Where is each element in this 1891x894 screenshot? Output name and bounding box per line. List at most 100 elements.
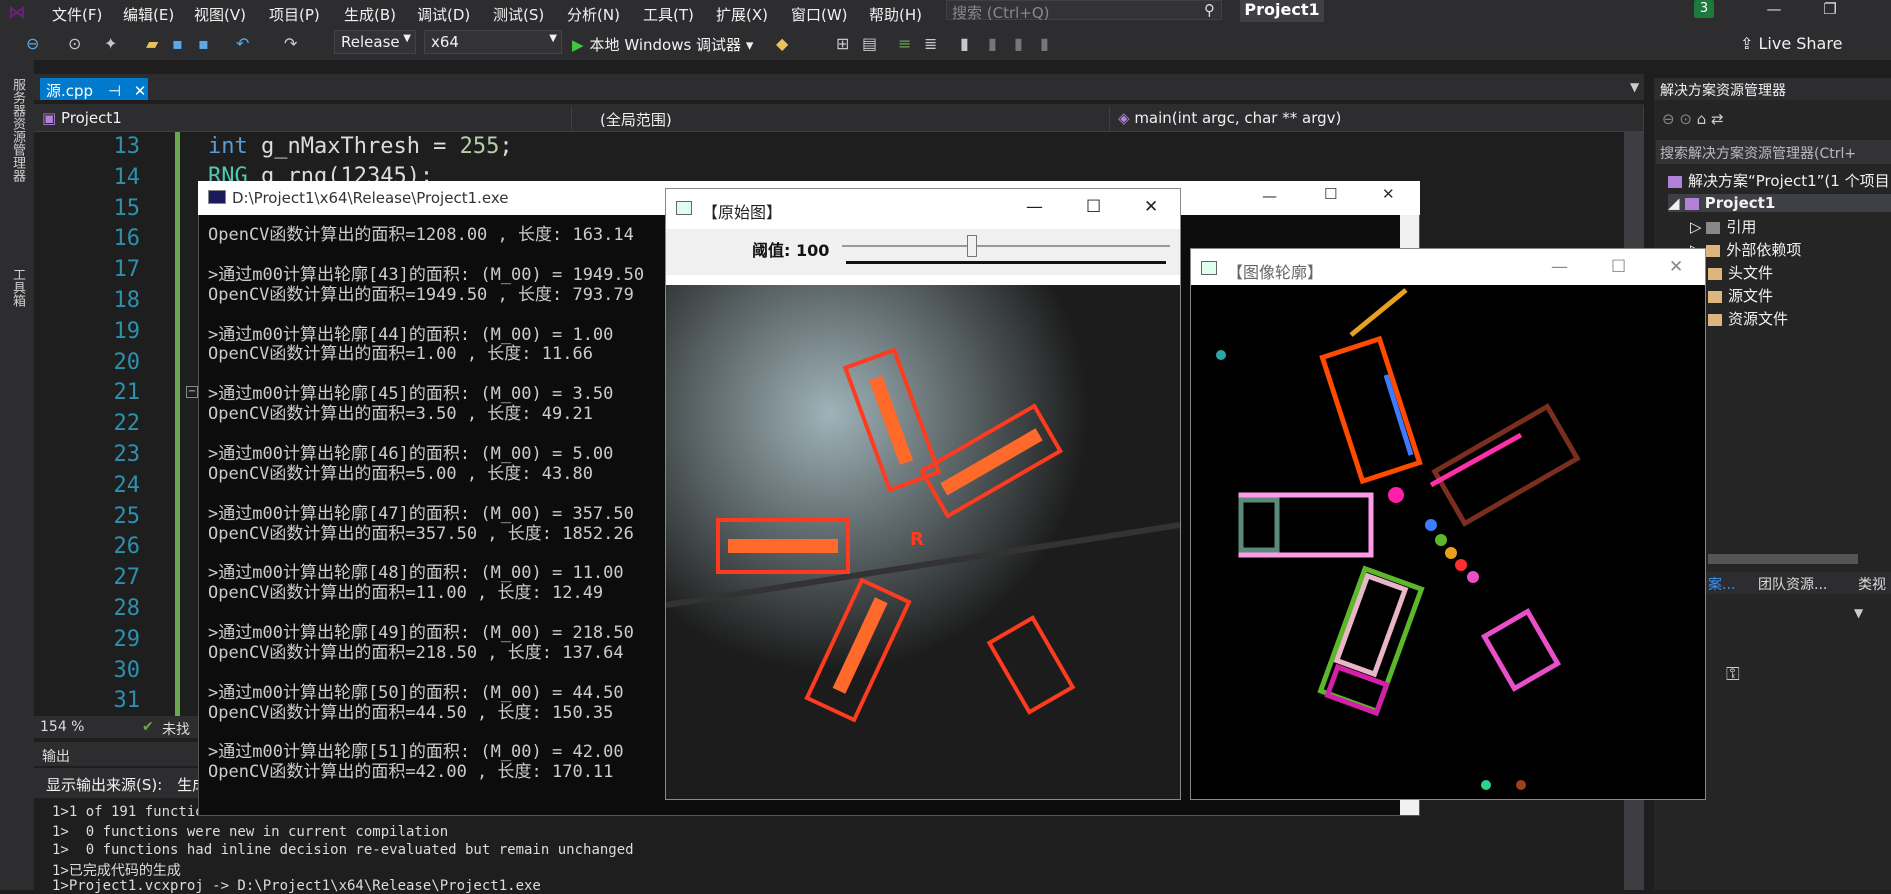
sync-icon[interactable]: ⇄	[1711, 110, 1724, 128]
platform-select[interactable]: x64 ▼	[424, 30, 562, 54]
forward-icon[interactable]: ⊙	[68, 34, 81, 53]
bookmark-icon[interactable]: ▮	[960, 34, 969, 53]
open-folder-icon[interactable]: ▰	[146, 34, 158, 53]
line-number: 31	[113, 688, 141, 714]
tree-item-label: 头文件	[1728, 264, 1774, 282]
zoom-level[interactable]: 154 %	[40, 719, 84, 735]
maximize-icon[interactable]: ☐	[1086, 197, 1101, 217]
tab-team[interactable]: 团队资源...	[1758, 574, 1827, 594]
trackbar-thumb[interactable]	[966, 235, 977, 257]
bookmark-clear-icon[interactable]: ▮	[1040, 34, 1049, 53]
trackbar-area: 阈值: 100	[666, 229, 1180, 275]
close-icon[interactable]: ✕	[134, 82, 147, 100]
toolbox-tab[interactable]: 工具箱	[8, 268, 27, 307]
undo-icon[interactable]: ↶	[236, 34, 249, 53]
solution-node[interactable]: 解决方案“Project1”(1 个项目	[1668, 170, 1890, 191]
home-icon[interactable]: ⌂	[1697, 110, 1707, 128]
tab-solution[interactable]: 案...	[1708, 574, 1735, 594]
project-scope-select[interactable]: ▣ Project1	[36, 106, 572, 130]
menu-test[interactable]: 测试(S)	[493, 4, 544, 25]
tree-item-external-deps[interactable]: ▷ 外部依赖项	[1690, 239, 1801, 260]
menu-view[interactable]: 视图(V)	[194, 4, 246, 25]
restore-icon[interactable]: ❐	[1800, 0, 1860, 22]
global-scope-select[interactable]: (全局范围)	[574, 106, 1110, 130]
tab-source-file[interactable]: 源.cpp ⊣ ✕	[40, 78, 148, 100]
minimize-icon[interactable]: —	[1026, 197, 1043, 217]
menu-debug[interactable]: 调试(D)	[417, 4, 470, 25]
project-node[interactable]: ◢ Project1	[1668, 194, 1891, 212]
outdent-icon[interactable]: ≣	[924, 34, 937, 53]
minimize-icon[interactable]: —	[1262, 187, 1277, 205]
output-scrollbar[interactable]	[1624, 800, 1644, 890]
close-icon[interactable]: ✕	[1144, 197, 1158, 217]
solution-explorer-header: 解决方案资源管理器	[1654, 78, 1891, 100]
menu-help[interactable]: 帮助(H)	[869, 4, 922, 25]
live-share-button[interactable]: ⇪ Live Share	[1740, 34, 1842, 53]
project-icon	[1684, 197, 1699, 210]
solution-config-icon[interactable]: ⊞	[836, 34, 849, 53]
notification-badge[interactable]: 3	[1694, 0, 1714, 18]
contour-window[interactable]: 【图像轮廓】 — ☐ ✕	[1190, 248, 1706, 800]
key-icon[interactable]: ⚿	[1726, 664, 1740, 685]
start-debugger-button[interactable]: ▶ 本地 Windows 调试器 ▾	[572, 34, 753, 55]
menu-file[interactable]: 文件(F)	[52, 4, 102, 25]
line-number: 15	[113, 195, 141, 221]
menu-analyze[interactable]: 分析(N)	[567, 4, 620, 25]
tree-item-sources[interactable]: 源文件	[1708, 285, 1773, 306]
back-icon[interactable]: ⊖	[26, 34, 39, 53]
configuration-select[interactable]: Release ▼	[334, 30, 416, 54]
menu-project[interactable]: 项目(P)	[269, 4, 320, 25]
menu-window[interactable]: 窗口(W)	[791, 4, 848, 25]
close-icon[interactable]: ✕	[1669, 257, 1683, 277]
indent-icon[interactable]: ≡	[898, 34, 911, 53]
window-icon	[676, 201, 692, 215]
save-all-icon[interactable]: ▪	[198, 34, 209, 53]
minimize-icon[interactable]: —	[1551, 257, 1568, 277]
original-image-window[interactable]: 【原始图】 — ☐ ✕ 阈值: 100 R	[665, 188, 1181, 800]
save-icon[interactable]: ▪	[172, 34, 183, 53]
contour-image	[1191, 285, 1705, 799]
tree-item-references[interactable]: ▷ 引用	[1690, 216, 1756, 237]
close-icon[interactable]: ✕	[1382, 185, 1395, 203]
layout-icon[interactable]: ▤	[862, 34, 877, 53]
collapse-icon[interactable]: −	[186, 386, 198, 398]
configuration-value: Release	[341, 33, 400, 51]
menu-build[interactable]: 生成(B)	[344, 4, 396, 25]
pin-icon[interactable]: ⊣	[108, 82, 121, 100]
tree-item-resources[interactable]: 资源文件	[1708, 308, 1788, 329]
solution-search-input[interactable]: 搜索解决方案资源管理器(Ctrl+	[1656, 140, 1891, 164]
menu-edit[interactable]: 编辑(E)	[123, 4, 174, 25]
search-input[interactable]: 搜索 (Ctrl+Q) ⚲	[946, 0, 1222, 22]
forward-icon[interactable]: ⊙	[1679, 110, 1692, 128]
tree-item-label: 外部依赖项	[1726, 241, 1802, 259]
line-number: 30	[113, 657, 141, 683]
browse-icon[interactable]: ◆	[776, 34, 788, 53]
member-select[interactable]: ◈ main(int argc, char ** argv)	[1112, 106, 1644, 130]
panel-menu-icon[interactable]: ▼	[1854, 606, 1863, 620]
trackbar-track[interactable]	[842, 245, 1170, 247]
tab-class-view[interactable]: 类视	[1858, 574, 1886, 594]
contour-titlebar: 【图像轮廓】 — ☐ ✕	[1191, 249, 1705, 289]
maximize-icon[interactable]: ☐	[1611, 257, 1626, 277]
minimize-icon[interactable]: —	[1744, 0, 1804, 22]
bookmark-prev-icon[interactable]: ▮	[988, 34, 997, 53]
bookmark-next-icon[interactable]: ▮	[1014, 34, 1023, 53]
maximize-icon[interactable]: ☐	[1324, 185, 1337, 203]
horizontal-scrollbar[interactable]	[1708, 554, 1858, 564]
search-icon: ⚲	[1204, 1, 1215, 19]
redo-icon[interactable]: ↷	[284, 34, 297, 53]
line-number: 18	[113, 288, 141, 313]
member-value: main(int argc, char ** argv)	[1134, 109, 1342, 127]
output-source-label: 显示输出来源(S):	[46, 776, 163, 794]
back-icon[interactable]: ⊖	[1662, 110, 1675, 128]
menu-tools[interactable]: 工具(T)	[643, 4, 694, 25]
menu-extensions[interactable]: 扩展(X)	[716, 4, 768, 25]
console-line: OpenCV函数计算出的面积=357.50 , 长度: 1852.26	[208, 523, 634, 544]
tab-overflow-icon[interactable]: ▼	[1630, 80, 1639, 94]
issues-status[interactable]: 未找	[162, 719, 190, 739]
contour-dot	[1467, 571, 1479, 583]
new-project-icon[interactable]: ✦	[104, 34, 117, 53]
code-line-13[interactable]: int g_nMaxThresh = 255;	[208, 134, 513, 159]
tree-item-headers[interactable]: 头文件	[1708, 262, 1773, 283]
server-explorer-tab[interactable]: 服务器资源管理器	[8, 78, 27, 182]
